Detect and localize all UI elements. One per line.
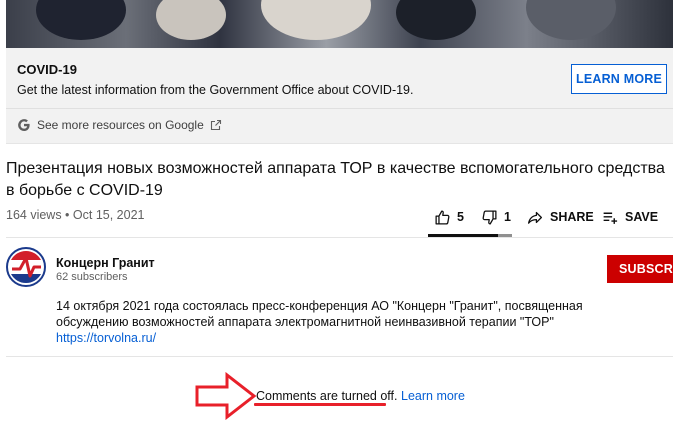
subscriber-count: 62 subscribers bbox=[56, 271, 128, 283]
dislike-button[interactable]: 1 bbox=[481, 209, 526, 226]
playlist-add-icon bbox=[601, 209, 619, 226]
comments-section: Comments are turned off. Learn more bbox=[256, 389, 465, 403]
covid-title: COVID-19 bbox=[17, 62, 77, 77]
description-line: обсуждению возможностей аппарата электро… bbox=[56, 315, 554, 329]
video-view-count-date: 164 views • Oct 15, 2021 bbox=[6, 208, 145, 222]
save-button[interactable]: SAVE bbox=[601, 209, 671, 226]
video-frame-shape bbox=[156, 0, 226, 40]
annotation-underline bbox=[254, 403, 386, 406]
video-title: Презентация новых возможностей аппарата … bbox=[6, 160, 665, 199]
video-description: 14 октября 2021 года состоялась пресс-ко… bbox=[56, 298, 666, 346]
channel-name[interactable]: Концерн Гранит bbox=[56, 256, 155, 270]
dislike-count: 1 bbox=[504, 210, 511, 224]
save-label: SAVE bbox=[625, 210, 659, 224]
covid-description: Get the latest information from the Gove… bbox=[17, 83, 414, 97]
covid-info-panel: COVID-19 Get the latest information from… bbox=[6, 48, 673, 144]
divider bbox=[6, 356, 673, 357]
video-actions: 5 1 SHARE SAVE bbox=[434, 206, 673, 228]
share-button[interactable]: SHARE bbox=[526, 209, 601, 226]
see-more-resources-link[interactable]: See more resources on Google bbox=[17, 118, 222, 132]
like-button[interactable]: 5 bbox=[434, 209, 481, 226]
channel-avatar[interactable] bbox=[6, 247, 46, 287]
annotation-arrow-icon bbox=[195, 372, 257, 420]
video-frame-shape bbox=[396, 0, 476, 40]
covid-divider bbox=[6, 108, 673, 109]
thumbs-up-icon bbox=[434, 209, 451, 226]
see-more-label: See more resources on Google bbox=[37, 118, 204, 132]
subscribe-button[interactable]: SUBSCRIBE bbox=[607, 255, 673, 283]
share-arrow-icon bbox=[526, 209, 544, 226]
share-label: SHARE bbox=[550, 210, 594, 224]
video-frame-shape bbox=[36, 0, 126, 40]
video-player-frame[interactable] bbox=[6, 0, 673, 48]
comments-disabled-message: Comments are turned off. bbox=[256, 389, 398, 403]
google-icon bbox=[17, 118, 31, 132]
video-frame-shape bbox=[526, 0, 616, 40]
divider bbox=[6, 237, 673, 238]
comments-learn-more-link[interactable]: Learn more bbox=[401, 389, 465, 403]
thumbs-down-icon bbox=[481, 209, 498, 226]
description-link[interactable]: https://torvolna.ru/ bbox=[56, 330, 666, 346]
like-count: 5 bbox=[457, 210, 464, 224]
external-link-icon bbox=[210, 119, 222, 131]
description-line: 14 октября 2021 года состоялась пресс-ко… bbox=[56, 299, 583, 313]
video-frame-shape bbox=[261, 0, 371, 40]
learn-more-button[interactable]: LEARN MORE bbox=[571, 64, 667, 94]
